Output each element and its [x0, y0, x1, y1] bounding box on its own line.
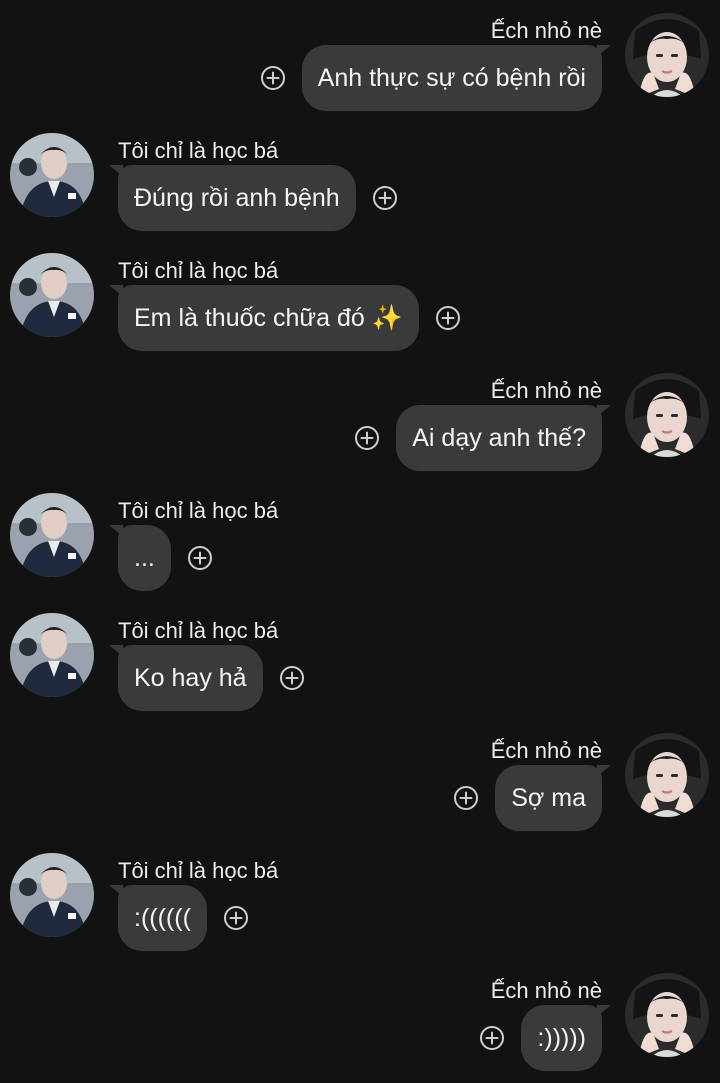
message-group: Ếch nhỏ nè Anh thực sự có bệnh rồi: [0, 13, 720, 123]
message-group: Tôi chỉ là học bá Em là thuốc chữa đó ✨: [0, 253, 720, 363]
add-reaction-icon[interactable]: [453, 785, 479, 811]
add-reaction-icon[interactable]: [187, 545, 213, 571]
message-bubble[interactable]: Em là thuốc chữa đó ✨: [109, 285, 419, 351]
add-reaction-icon[interactable]: [223, 905, 249, 931]
message-row: Ai dạy anh thế?: [354, 405, 611, 471]
add-reaction-icon[interactable]: [279, 665, 305, 691]
avatar[interactable]: [10, 133, 94, 217]
add-reaction-icon[interactable]: [435, 305, 461, 331]
message-group: Tôi chỉ là học bá Ko hay hả: [0, 613, 720, 723]
message-group: Ếch nhỏ nè :))))): [0, 973, 720, 1083]
message-row: :((((((: [109, 885, 249, 951]
sender-name: Tôi chỉ là học bá: [118, 138, 279, 163]
sender-name: Ếch nhỏ nè: [490, 18, 602, 43]
message-bubble[interactable]: :))))): [521, 1005, 611, 1071]
profile-photo: [10, 253, 94, 337]
add-reaction-icon[interactable]: [372, 185, 398, 211]
message-bubble[interactable]: Ai dạy anh thế?: [396, 405, 611, 471]
avatar[interactable]: [625, 733, 709, 817]
profile-photo: [625, 13, 709, 97]
sender-name: Tôi chỉ là học bá: [118, 258, 279, 283]
message-bubble[interactable]: ...: [109, 525, 171, 591]
profile-photo: [10, 853, 94, 937]
sender-name: Tôi chỉ là học bá: [118, 618, 279, 643]
message-group: Tôi chỉ là học bá :((((((: [0, 853, 720, 963]
message-group: Tôi chỉ là học bá ...: [0, 493, 720, 603]
profile-photo: [625, 733, 709, 817]
message-row: Ko hay hả: [109, 645, 305, 711]
sender-name: Ếch nhỏ nè: [490, 738, 602, 763]
profile-photo: [625, 373, 709, 457]
profile-photo: [625, 973, 709, 1057]
message-row: Em là thuốc chữa đó ✨: [109, 285, 461, 351]
message-bubble[interactable]: Anh thực sự có bệnh rồi: [301, 45, 612, 111]
avatar[interactable]: [10, 253, 94, 337]
message-row: Sợ ma: [453, 765, 611, 831]
message-bubble[interactable]: Đúng rồi anh bệnh: [109, 165, 356, 231]
message-group: Tôi chỉ là học bá Đúng rồi anh bệnh: [0, 133, 720, 243]
message-row: Đúng rồi anh bệnh: [109, 165, 398, 231]
profile-photo: [10, 133, 94, 217]
avatar[interactable]: [625, 13, 709, 97]
avatar[interactable]: [10, 613, 94, 697]
sender-name: Ếch nhỏ nè: [490, 978, 602, 1003]
message-row: Anh thực sự có bệnh rồi: [260, 45, 612, 111]
add-reaction-icon[interactable]: [354, 425, 380, 451]
avatar[interactable]: [10, 853, 94, 937]
avatar[interactable]: [625, 973, 709, 1057]
message-bubble[interactable]: Ko hay hả: [109, 645, 263, 711]
sender-name: Tôi chỉ là học bá: [118, 858, 279, 883]
avatar[interactable]: [10, 493, 94, 577]
message-group: Ếch nhỏ nè Ai dạy anh thế?: [0, 373, 720, 483]
add-reaction-icon[interactable]: [260, 65, 286, 91]
profile-photo: [10, 493, 94, 577]
chat-thread: Ếch nhỏ nè Anh thực sự có bệnh rồi Tôi c…: [0, 0, 720, 1076]
message-group: Ếch nhỏ nè Sợ ma: [0, 733, 720, 843]
sender-name: Ếch nhỏ nè: [490, 378, 602, 403]
add-reaction-icon[interactable]: [479, 1025, 505, 1051]
message-row: ...: [109, 525, 213, 591]
message-bubble[interactable]: :((((((: [109, 885, 207, 951]
message-bubble[interactable]: Sợ ma: [495, 765, 611, 831]
message-row: :))))): [479, 1005, 611, 1071]
sender-name: Tôi chỉ là học bá: [118, 498, 279, 523]
avatar[interactable]: [625, 373, 709, 457]
profile-photo: [10, 613, 94, 697]
